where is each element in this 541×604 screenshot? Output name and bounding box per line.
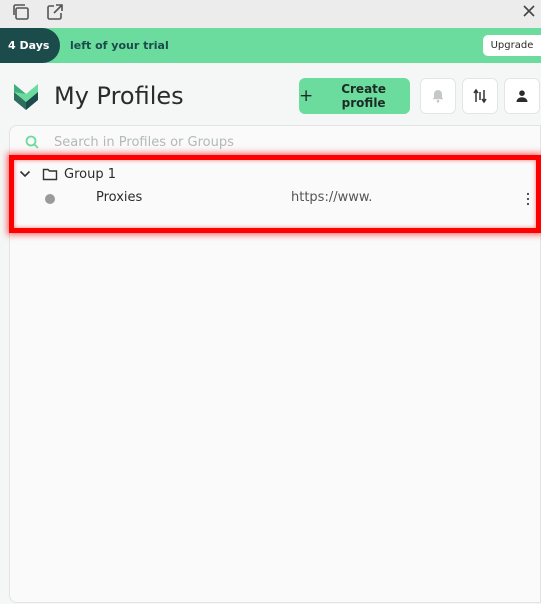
group-label: Group 1	[64, 166, 116, 182]
search-input[interactable]	[54, 130, 514, 154]
user-icon	[516, 90, 528, 102]
group-row[interactable]: Group 1	[18, 164, 518, 184]
status-dot	[45, 194, 55, 204]
page-title: My Profiles	[54, 82, 184, 110]
window-titlebar	[0, 0, 541, 28]
upgrade-button[interactable]: Upgrade	[483, 35, 541, 56]
search-icon	[25, 135, 39, 149]
create-profile-button[interactable]: + Create profile	[299, 78, 410, 114]
account-button[interactable]	[504, 78, 540, 114]
trial-days-badge: 4 Days	[0, 28, 60, 63]
external-link-icon[interactable]	[45, 2, 65, 22]
trial-message: left of your trial	[70, 39, 169, 52]
chevron-down-icon[interactable]	[18, 167, 32, 181]
profile-row[interactable]: Proxies https://www.	[40, 188, 540, 210]
duplicate-window-icon[interactable]	[11, 2, 31, 22]
plus-icon: +	[299, 85, 314, 106]
folder-icon	[42, 168, 58, 181]
bell-icon	[432, 90, 444, 103]
profile-name: Proxies	[96, 190, 143, 205]
close-icon[interactable]	[521, 3, 537, 19]
notifications-button[interactable]	[420, 78, 456, 114]
sort-filter-button[interactable]	[462, 78, 498, 114]
more-options-icon[interactable]	[522, 191, 534, 207]
profile-proxy: https://www.	[291, 190, 373, 205]
create-profile-label: Create profile	[341, 82, 387, 110]
trial-banner: 4 Days left of your trial Upgrade	[0, 28, 541, 63]
app-logo-icon	[14, 84, 38, 110]
profiles-panel: Group 1 Proxies https://www.	[9, 125, 541, 603]
sort-filter-icon	[473, 88, 487, 104]
